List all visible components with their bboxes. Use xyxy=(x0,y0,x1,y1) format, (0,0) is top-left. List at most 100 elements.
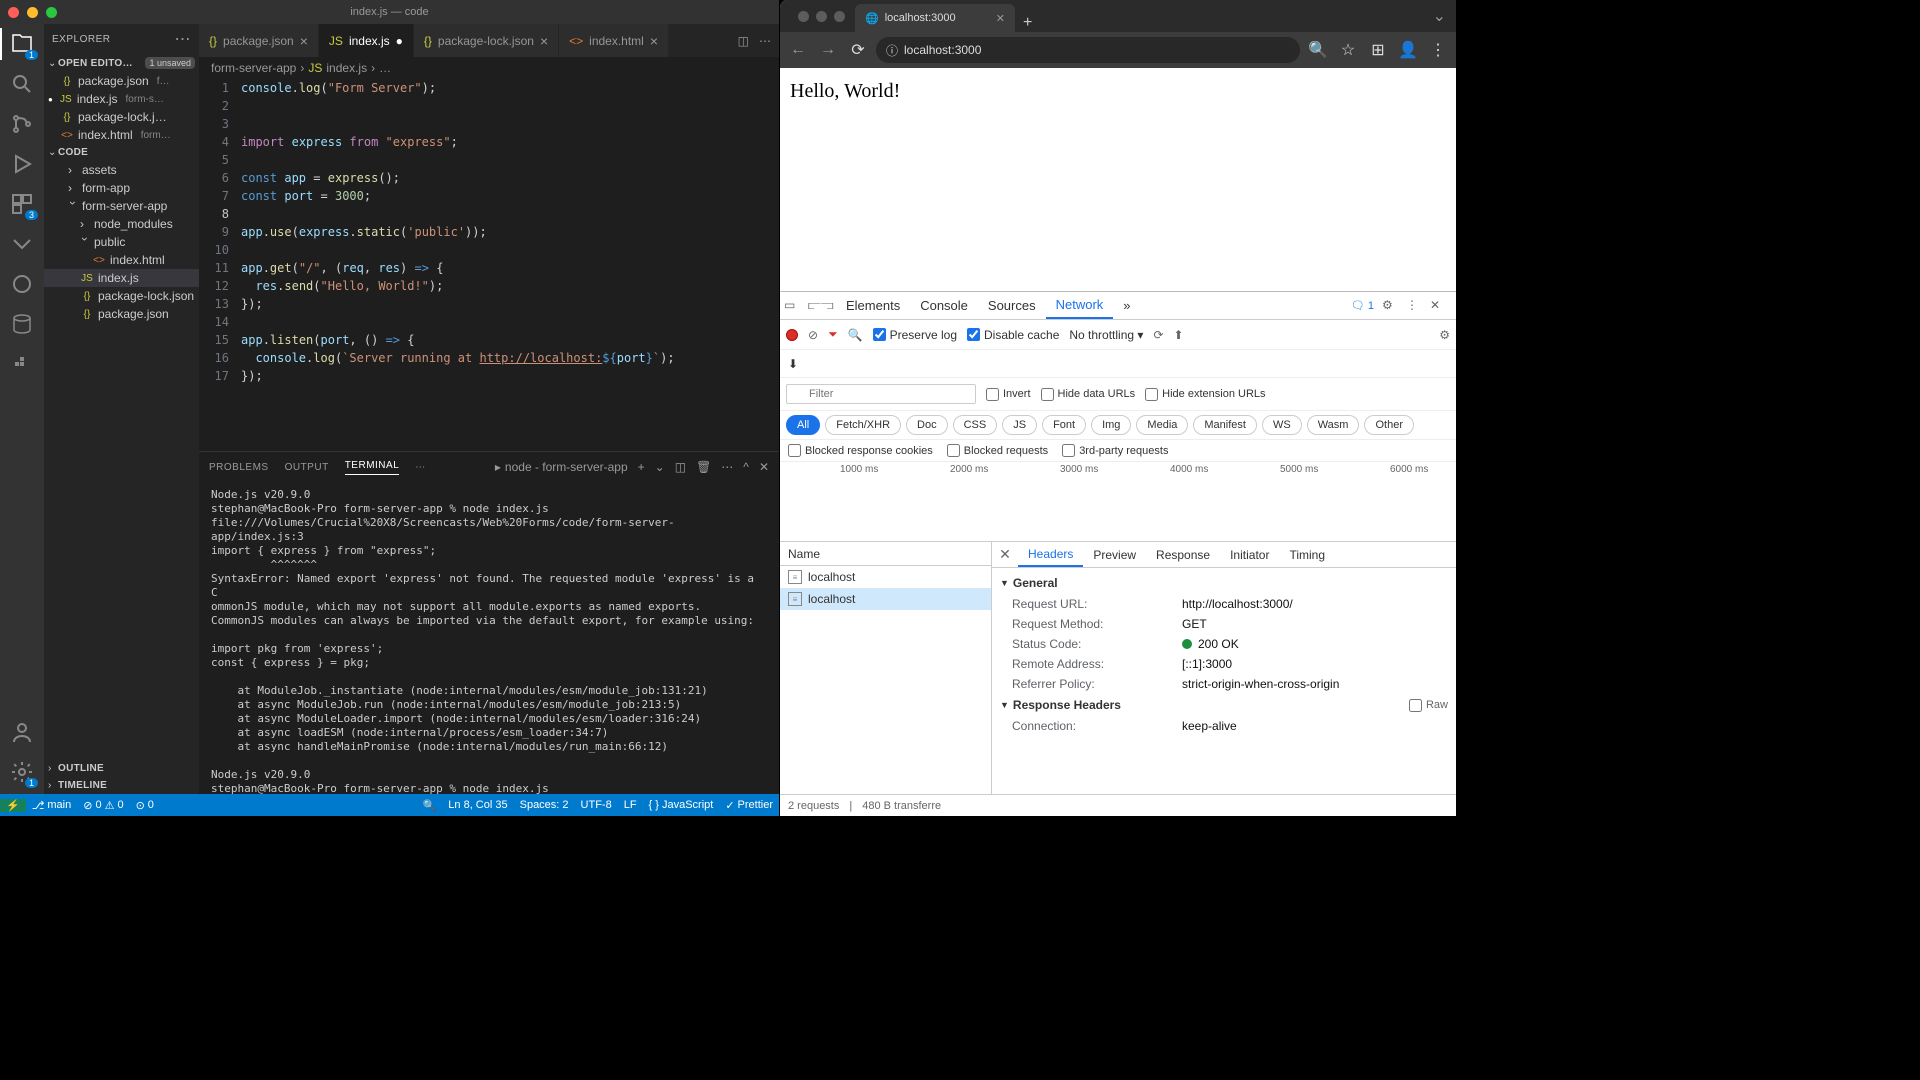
trash-icon[interactable]: 🗑 xyxy=(696,460,711,474)
response-headers-section[interactable]: Response Headers Raw Connection:keep-ali… xyxy=(992,694,1456,736)
editor-tab[interactable]: <>index.html× xyxy=(559,24,669,57)
editor-tab[interactable]: {}package-lock.json× xyxy=(414,24,559,57)
disable-cache-checkbox[interactable]: Disable cache xyxy=(967,328,1059,342)
code-editor[interactable]: 1234567891011121314151617 console.log("F… xyxy=(199,79,779,451)
blocked-cookies-checkbox[interactable]: Blocked response cookies xyxy=(788,444,933,457)
zoom-icon[interactable]: 🔍 xyxy=(1306,38,1330,62)
type-pill[interactable]: WS xyxy=(1262,415,1302,435)
tab-console[interactable]: Console xyxy=(910,292,978,319)
open-editor-item[interactable]: JSindex.jsform-s… xyxy=(44,90,199,108)
tab-output[interactable]: OUTPUT xyxy=(285,462,329,473)
close-tab-icon[interactable]: ✕ xyxy=(996,12,1005,25)
preserve-log-checkbox[interactable]: Preserve log xyxy=(873,328,957,342)
tab-more[interactable]: ⋯ xyxy=(415,462,426,473)
debug-icon[interactable] xyxy=(10,152,34,176)
blocked-requests-checkbox[interactable]: Blocked requests xyxy=(947,444,1048,457)
extensions-icon[interactable]: ⊞ xyxy=(1366,38,1390,62)
database-icon[interactable] xyxy=(10,312,34,336)
forward-button[interactable]: → xyxy=(816,38,840,62)
network-conditions-icon[interactable]: ⟳ xyxy=(1153,328,1163,342)
inspect-icon[interactable]: ▭ xyxy=(784,298,800,314)
outline-section[interactable]: ›OUTLINE xyxy=(44,760,199,777)
tab-problems[interactable]: PROBLEMS xyxy=(209,462,269,473)
cursor-position[interactable]: Ln 8, Col 35 xyxy=(442,799,513,812)
extensions-icon[interactable]: 3 xyxy=(10,192,34,216)
source-control-icon[interactable] xyxy=(10,112,34,136)
split-editor-icon[interactable]: ◫ xyxy=(738,34,749,48)
open-editor-item[interactable]: {}package.jsonf… xyxy=(44,72,199,90)
open-editor-item[interactable]: {}package-lock.j… xyxy=(44,108,199,126)
language-mode[interactable]: { } JavaScript xyxy=(643,799,720,812)
docker-icon[interactable] xyxy=(10,352,34,376)
issues-badge[interactable]: 🗨 1 xyxy=(1351,299,1374,312)
type-pill[interactable]: Media xyxy=(1136,415,1188,435)
record-button[interactable] xyxy=(786,329,798,341)
type-pill[interactable]: Doc xyxy=(906,415,948,435)
indentation[interactable]: Spaces: 2 xyxy=(514,799,575,812)
file-item[interactable]: <>index.html xyxy=(44,251,199,269)
third-party-checkbox[interactable]: 3rd-party requests xyxy=(1062,444,1168,457)
new-terminal-icon[interactable]: + xyxy=(638,460,645,474)
remote-icon[interactable] xyxy=(10,232,34,256)
more-icon[interactable]: ⋮ xyxy=(1406,298,1422,314)
type-pill[interactable]: JS xyxy=(1002,415,1037,435)
close-panel-icon[interactable]: ✕ xyxy=(759,460,769,474)
waterfall-overview[interactable]: 1000 ms2000 ms3000 ms4000 ms5000 ms6000 … xyxy=(780,462,1456,542)
port-indicator[interactable]: ⊙ 0 xyxy=(130,799,160,812)
gear-icon[interactable]: 1 xyxy=(10,760,34,784)
request-item[interactable]: ≡localhost xyxy=(780,588,991,610)
throttling-select[interactable]: No throttling ▾ xyxy=(1069,328,1143,342)
type-pill[interactable]: Img xyxy=(1091,415,1131,435)
folder-item[interactable]: public xyxy=(44,233,199,251)
detail-tab-preview[interactable]: Preview xyxy=(1083,542,1146,567)
detail-tab-response[interactable]: Response xyxy=(1146,542,1220,567)
minimize-icon[interactable] xyxy=(816,11,827,22)
settings-icon[interactable]: ⚙ xyxy=(1439,328,1450,342)
menu-icon[interactable]: ⋮ xyxy=(1426,38,1450,62)
chevron-down-icon[interactable]: ⌄ xyxy=(1423,0,1456,32)
encoding[interactable]: UTF-8 xyxy=(575,799,618,812)
hide-data-urls-checkbox[interactable]: Hide data URLs xyxy=(1041,388,1136,401)
timeline-section[interactable]: ›TIMELINE xyxy=(44,777,199,794)
close-icon[interactable] xyxy=(798,11,809,22)
profile-icon[interactable]: 👤 xyxy=(1396,38,1420,62)
folder-item[interactable]: form-server-app xyxy=(44,197,199,215)
clear-icon[interactable]: ⊘ xyxy=(808,328,818,342)
type-pill[interactable]: Font xyxy=(1042,415,1086,435)
window-controls[interactable] xyxy=(8,7,57,18)
folder-item[interactable]: form-app xyxy=(44,179,199,197)
editor-tab[interactable]: {}package.json× xyxy=(199,24,319,57)
file-item[interactable]: {}package.json xyxy=(44,305,199,323)
file-item[interactable]: {}package-lock.json xyxy=(44,287,199,305)
type-pill[interactable]: Fetch/XHR xyxy=(825,415,901,435)
browser-tab[interactable]: 🌐 localhost:3000 ✕ xyxy=(855,4,1015,32)
search-icon[interactable] xyxy=(10,72,34,96)
general-section[interactable]: General Request URL:http://localhost:300… xyxy=(992,572,1456,694)
close-detail-icon[interactable]: ✕ xyxy=(992,546,1018,563)
tab-sources[interactable]: Sources xyxy=(978,292,1046,319)
type-pill[interactable]: CSS xyxy=(953,415,998,435)
tab-terminal[interactable]: TERMINAL xyxy=(345,460,400,475)
folder-item[interactable]: node_modules xyxy=(44,215,199,233)
terminal-output[interactable]: Node.js v20.9.0 stephan@MacBook-Pro form… xyxy=(199,482,779,794)
file-item[interactable]: JSindex.js xyxy=(44,269,199,287)
open-editor-item[interactable]: <>index.htmlform… xyxy=(44,126,199,144)
device-mode-icon[interactable]: ⫍⫎ xyxy=(808,298,824,314)
account-icon[interactable] xyxy=(10,720,34,744)
more-icon[interactable]: ⋯ xyxy=(175,29,192,49)
name-header[interactable]: Name xyxy=(780,542,991,566)
download-icon[interactable]: ⬇ xyxy=(788,357,798,371)
type-pill[interactable]: All xyxy=(786,415,820,435)
breadcrumb[interactable]: form-server-app› JSindex.js› … xyxy=(199,57,779,79)
gear-icon[interactable]: ⚙ xyxy=(1382,298,1398,314)
editor-tab[interactable]: JSindex.js● xyxy=(319,24,414,57)
new-tab-button[interactable]: + xyxy=(1015,14,1040,32)
remote-indicator[interactable]: ⚡ xyxy=(0,799,26,812)
explorer-icon[interactable]: 1 xyxy=(10,32,34,56)
reload-button[interactable]: ⟳ xyxy=(846,38,870,62)
split-terminal-icon[interactable]: ◫ xyxy=(675,460,686,474)
errors-indicator[interactable]: ⊘ 0 ⚠ 0 xyxy=(77,799,129,812)
invert-checkbox[interactable]: Invert xyxy=(986,388,1031,401)
eol[interactable]: LF xyxy=(618,799,643,812)
url-bar[interactable]: ⓘ localhost:3000 xyxy=(876,37,1300,63)
